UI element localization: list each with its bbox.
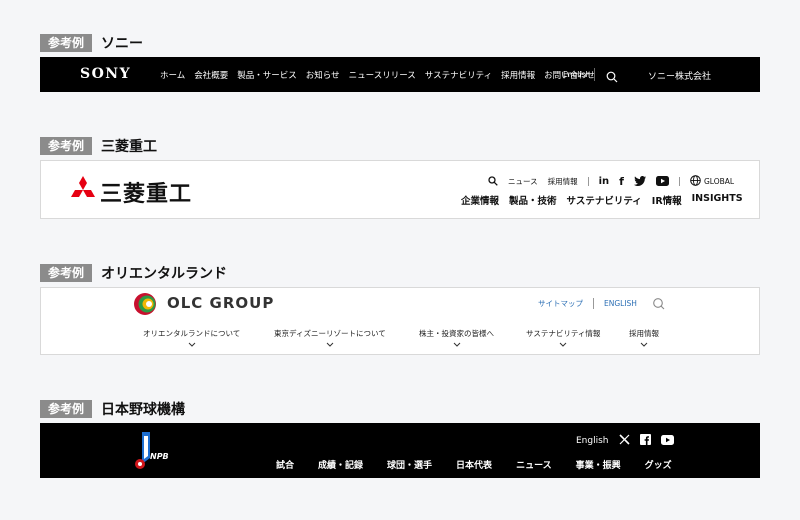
nav-item[interactable]: ニュースリリース: [349, 69, 416, 81]
nav-item[interactable]: 採用情報: [629, 328, 659, 347]
example-tag: 参考例: [40, 137, 93, 155]
nav-item[interactable]: IR情報: [652, 193, 682, 207]
nav-item[interactable]: ニュース: [516, 458, 552, 471]
npb-utility-nav: English: [576, 434, 674, 448]
nav-item[interactable]: 球団・選手: [387, 458, 432, 471]
sitemap-link[interactable]: サイトマップ: [538, 298, 583, 309]
language-link[interactable]: English: [563, 70, 590, 79]
corporate-link[interactable]: ソニー株式会社: [648, 69, 711, 82]
section-title: 日本野球機構: [101, 402, 186, 418]
twitter-icon[interactable]: [633, 175, 646, 188]
nav-item-label: 東京ディズニーリゾートについて: [274, 329, 386, 338]
section-label-sony: 参考例 ソニー: [40, 33, 143, 53]
youtube-icon[interactable]: [655, 175, 669, 188]
npb-logo-text: NPB: [150, 452, 169, 461]
nav-item[interactable]: 採用情報: [501, 69, 535, 81]
nav-item[interactable]: お知らせ: [306, 69, 340, 81]
sony-logo[interactable]: SONY: [80, 66, 131, 82]
nav-item[interactable]: サステナビリティ: [425, 69, 492, 81]
nav-item[interactable]: グッズ: [645, 458, 672, 471]
example-tag: 参考例: [40, 264, 93, 282]
nav-item[interactable]: オリエンタルランドについて: [143, 328, 240, 347]
nav-item[interactable]: INSIGHTS: [692, 193, 743, 207]
nav-item[interactable]: 試合: [276, 458, 294, 471]
nav-item-label: サステナビリティ情報: [526, 329, 601, 338]
nav-item[interactable]: サステナビリティ情報: [526, 328, 600, 347]
nav-item-label: 株主・投資家の皆様へ: [419, 329, 494, 338]
section-title: 三菱重工: [101, 139, 158, 155]
olc-header: OLC GROUP サイトマップ ENGLISH オリエンタルランドについて 東…: [40, 287, 760, 355]
divider: [587, 177, 589, 186]
section-label-mhi: 参考例 三菱重工: [40, 136, 157, 156]
nav-item[interactable]: 日本代表: [456, 458, 492, 471]
chevron-down-icon: [640, 342, 648, 347]
linkedin-icon[interactable]: in: [599, 176, 610, 187]
npb-logo-icon[interactable]: NPB: [130, 428, 180, 476]
search-icon[interactable]: [488, 175, 498, 188]
mhi-logo-text[interactable]: 三菱重工: [100, 176, 192, 208]
section-title: ソニー: [101, 36, 144, 52]
youtube-icon[interactable]: [660, 434, 674, 448]
olc-utility-nav: サイトマップ ENGLISH: [538, 298, 637, 309]
mhi-utility-nav: ニュース 採用情報 in f GLOBAL: [488, 175, 744, 188]
chevron-down-icon: [559, 342, 567, 347]
sony-nav: ホーム 会社概要 製品・サービス お知らせ ニュースリリース サステナビリティ …: [160, 69, 595, 81]
news-link[interactable]: ニュース: [508, 176, 538, 187]
nav-item[interactable]: 企業情報: [461, 193, 499, 207]
mhi-main-nav: 企業情報 製品・技術 サステナビリティ IR情報 INSIGHTS: [461, 193, 743, 207]
example-tag: 参考例: [40, 34, 93, 52]
nav-item[interactable]: 製品・技術: [509, 193, 557, 207]
section-title: オリエンタルランド: [101, 266, 228, 282]
divider: [593, 298, 594, 309]
three-diamonds-logo-icon[interactable]: [69, 176, 97, 207]
language-link[interactable]: English: [576, 436, 609, 446]
section-label-npb: 参考例 日本野球機構: [40, 399, 185, 419]
nav-item[interactable]: 株主・投資家の皆様へ: [419, 328, 494, 347]
globe-icon[interactable]: [690, 175, 701, 188]
olc-logo-text[interactable]: OLC GROUP: [167, 294, 274, 312]
search-icon[interactable]: [649, 296, 665, 315]
facebook-icon[interactable]: f: [619, 175, 624, 188]
section-label-olc: 参考例 オリエンタルランド: [40, 263, 227, 283]
npb-header: NPB English 試合 成績・記録 球団・選手 日本代表 ニュース 事業・…: [40, 423, 760, 478]
example-tag: 参考例: [40, 400, 93, 418]
chevron-down-icon: [453, 342, 460, 347]
olc-emblem-icon[interactable]: [132, 292, 160, 320]
nav-item[interactable]: サステナビリティ: [567, 193, 642, 207]
nav-item[interactable]: 製品・サービス: [237, 69, 297, 81]
x-icon[interactable]: [618, 434, 630, 448]
recruit-link[interactable]: 採用情報: [548, 176, 578, 187]
global-link[interactable]: GLOBAL: [704, 177, 734, 186]
divider: [678, 177, 680, 186]
mhi-header: 三菱重工 ニュース 採用情報 in f GLOBAL 企業情報 製品・技術 サス…: [40, 160, 760, 219]
nav-item[interactable]: 会社概要: [194, 69, 228, 81]
nav-item-label: オリエンタルランドについて: [143, 329, 241, 338]
chevron-down-icon: [326, 342, 334, 347]
facebook-icon[interactable]: [639, 434, 651, 448]
divider: [594, 68, 595, 81]
chevron-down-icon: [188, 342, 195, 347]
nav-item-label: 採用情報: [629, 329, 659, 338]
npb-main-nav: 試合 成績・記録 球団・選手 日本代表 ニュース 事業・振興 グッズ: [276, 458, 672, 471]
nav-item[interactable]: ホーム: [160, 69, 185, 81]
search-icon[interactable]: [606, 68, 618, 87]
nav-item[interactable]: 東京ディズニーリゾートについて: [274, 328, 386, 347]
nav-item[interactable]: 事業・振興: [576, 458, 621, 471]
sony-header: SONY ホーム 会社概要 製品・サービス お知らせ ニュースリリース サステナ…: [40, 57, 760, 92]
english-link[interactable]: ENGLISH: [604, 299, 637, 308]
nav-item[interactable]: 成績・記録: [318, 458, 363, 471]
